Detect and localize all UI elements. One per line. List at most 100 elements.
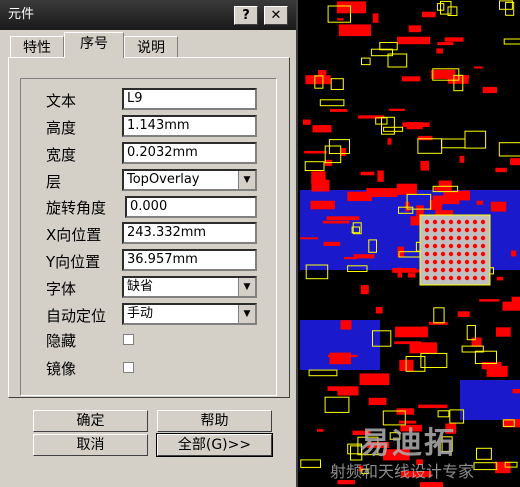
bga-ball: [448, 235, 454, 241]
trace: [337, 387, 359, 396]
cancel-button[interactable]: 取消: [33, 434, 148, 456]
tab-properties[interactable]: 特性: [10, 36, 64, 58]
chevron-down-icon[interactable]: ▼: [238, 278, 255, 296]
bga-ball: [464, 243, 470, 249]
close-icon[interactable]: ✕: [264, 6, 288, 25]
trace: [318, 70, 327, 76]
silkscreen-outline: [304, 161, 325, 171]
trace: [341, 148, 346, 157]
width-input[interactable]: 0.2032mm: [122, 142, 257, 164]
trace: [511, 296, 520, 303]
rotation-label: 旋转角度: [46, 199, 107, 217]
y-position-input[interactable]: 36.957mm: [122, 249, 257, 271]
trace: [473, 66, 483, 69]
trace: [482, 86, 497, 94]
silkscreen-outline: [361, 57, 371, 66]
x-position-label: X向位置: [46, 226, 102, 244]
bga-ball: [432, 227, 438, 233]
tab-designator[interactable]: 序号: [64, 32, 124, 58]
bga-ball: [472, 227, 478, 233]
all-button[interactable]: 全部(G)>>: [156, 433, 273, 457]
tab-description[interactable]: 说明: [124, 36, 178, 58]
silkscreen-outline: [476, 447, 492, 460]
auto-position-value: 手动: [127, 306, 154, 321]
bga-ball: [432, 243, 438, 249]
trace: [317, 429, 324, 432]
height-input[interactable]: 1.143mm: [122, 115, 257, 137]
trace: [353, 254, 375, 259]
bga-ball: [472, 219, 478, 225]
trace: [310, 200, 335, 210]
trace: [444, 37, 464, 42]
ok-button[interactable]: 确定: [33, 410, 148, 432]
trace: [396, 36, 431, 45]
chevron-down-icon[interactable]: ▼: [238, 305, 255, 323]
bga-ball: [432, 275, 438, 281]
bga-ball: [440, 235, 446, 241]
watermark-tagline: 射频和天线设计专家: [330, 462, 475, 481]
bga-ball: [448, 243, 454, 249]
trace: [305, 75, 331, 85]
chevron-down-icon[interactable]: ▼: [238, 171, 255, 189]
bga-ball: [456, 267, 462, 273]
silkscreen-outline: [308, 369, 338, 377]
bga-ball: [432, 235, 438, 241]
title-bar[interactable]: 元件 ? ✕: [0, 0, 296, 30]
x-position-input[interactable]: 243.332mm: [122, 222, 257, 244]
bga-ball: [440, 243, 446, 249]
font-value: 缺省: [127, 279, 154, 294]
trace: [401, 76, 421, 82]
bga-ball: [440, 275, 446, 281]
trace: [471, 337, 482, 347]
trace: [340, 320, 352, 330]
text-label: 文本: [46, 92, 77, 110]
bga-ball: [456, 259, 462, 265]
trace: [337, 18, 344, 21]
font-select[interactable]: 缺省 ▼: [122, 276, 257, 298]
trace: [419, 482, 443, 487]
bga-ball: [456, 235, 462, 241]
trace: [323, 241, 341, 246]
trace: [395, 326, 428, 338]
trace: [336, 1, 366, 14]
trace: [396, 183, 417, 195]
trace: [496, 276, 504, 281]
bga-ball: [480, 243, 486, 249]
bga-ball: [424, 275, 430, 281]
silkscreen-outline: [330, 78, 344, 90]
bga-ball: [464, 259, 470, 265]
trace: [389, 108, 405, 111]
trace: [408, 25, 422, 33]
trace: [394, 341, 422, 345]
layer-select[interactable]: TopOverlay ▼: [122, 169, 257, 191]
auto-position-select[interactable]: 手动 ▼: [122, 303, 257, 325]
silkscreen-outline: [324, 396, 350, 413]
silkscreen-outline: [498, 142, 520, 157]
y-position-label: Y向位置: [46, 253, 101, 271]
bga-ball: [480, 275, 486, 281]
trace: [476, 200, 484, 205]
trace: [437, 42, 454, 46]
trace: [375, 307, 383, 314]
hidden-checkbox[interactable]: [123, 334, 134, 345]
trace: [402, 122, 430, 127]
bga-ball: [480, 219, 486, 225]
trace: [457, 311, 470, 317]
bga-ball: [432, 251, 438, 257]
mirror-checkbox[interactable]: [123, 362, 134, 373]
trace: [436, 48, 443, 54]
rotation-input[interactable]: 0.000: [125, 196, 257, 218]
text-input[interactable]: L9: [122, 88, 257, 110]
trace: [431, 69, 456, 79]
bottom-plane: [460, 380, 520, 420]
bga-ball: [464, 275, 470, 281]
trace: [360, 171, 375, 176]
bga-ball: [440, 219, 446, 225]
bga-ball: [472, 259, 478, 265]
layer-value: TopOverlay: [127, 172, 200, 187]
help-icon[interactable]: ?: [234, 6, 258, 25]
trace: [418, 404, 448, 409]
silkscreen-outline: [319, 99, 345, 107]
silkscreen-outline: [464, 130, 487, 149]
help-button[interactable]: 帮助: [157, 410, 272, 432]
